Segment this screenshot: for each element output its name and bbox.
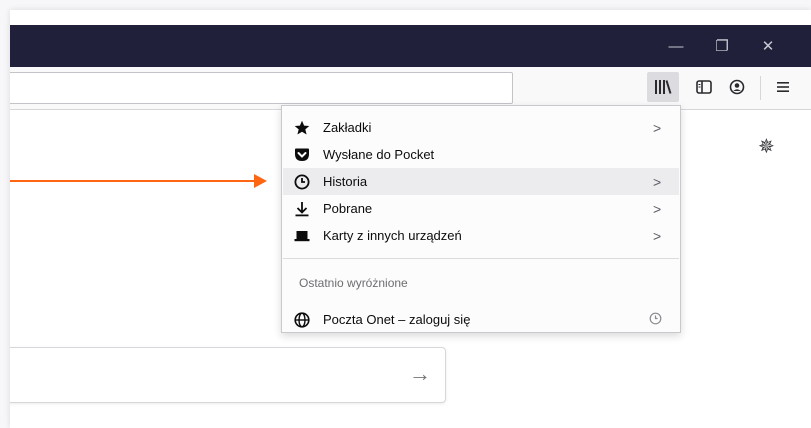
hamburger-menu-icon xyxy=(777,82,789,92)
star-icon xyxy=(293,119,311,137)
recent-item-label: Poczta Onet – zaloguj się xyxy=(323,312,471,327)
menu-item-label: Pobrane xyxy=(323,201,373,216)
url-bar[interactable] xyxy=(10,72,513,104)
menu-item-pocket[interactable]: Wysłane do Pocket xyxy=(283,141,679,168)
submenu-chevron-icon: > xyxy=(653,200,662,217)
account-button[interactable] xyxy=(721,72,753,102)
recent-item[interactable]: Poczta Onet – zaloguj się xyxy=(283,306,679,333)
library-menu-panel: Zakładki > Wysłane do Pocket Historia > xyxy=(281,105,681,333)
annotation-arrow-line xyxy=(10,180,258,182)
download-icon xyxy=(293,200,311,218)
globe-icon xyxy=(293,311,311,329)
history-clock-icon xyxy=(649,312,662,328)
toolbar-separator xyxy=(760,76,761,100)
menu-item-label: Historia xyxy=(323,174,368,189)
synced-tabs-icon xyxy=(293,227,311,245)
account-icon xyxy=(729,79,745,95)
browser-window: — ❐ ✕ ✵ → Zakładki > Wysłane do Pocket H… xyxy=(10,10,811,428)
annotation-arrow-head-icon xyxy=(254,174,267,188)
submenu-chevron-icon: > xyxy=(653,173,662,190)
menu-item-label: Wysłane do Pocket xyxy=(323,147,435,162)
open-menu-button[interactable] xyxy=(767,72,799,102)
menu-item-label: Karty z innych urządzeń xyxy=(323,228,462,243)
sidebar-button[interactable] xyxy=(688,72,720,102)
recent-highlights-header: Ostatnio wyróżnione xyxy=(299,276,408,290)
restore-button[interactable]: ❐ xyxy=(699,25,745,67)
menu-separator xyxy=(283,258,679,259)
search-go-arrow-icon[interactable]: → xyxy=(409,361,431,387)
menu-item-bookmarks[interactable]: Zakładki > xyxy=(283,114,679,141)
search-box[interactable]: → xyxy=(10,347,446,403)
title-bar: — ❐ ✕ xyxy=(10,25,811,67)
menu-item-history[interactable]: Historia > xyxy=(283,168,679,195)
library-icon xyxy=(655,80,672,94)
minimize-button[interactable]: — xyxy=(653,25,699,67)
menu-item-label: Zakładki xyxy=(323,120,372,135)
menu-item-downloads[interactable]: Pobrane > xyxy=(283,195,679,222)
close-button[interactable]: ✕ xyxy=(745,25,791,67)
clock-icon xyxy=(293,173,311,191)
menu-item-synced-tabs[interactable]: Karty z innych urządzeń > xyxy=(283,222,679,249)
settings-gear-icon[interactable]: ✵ xyxy=(758,134,775,159)
submenu-chevron-icon: > xyxy=(653,119,662,136)
pocket-icon xyxy=(293,146,311,164)
navigation-toolbar xyxy=(10,67,811,110)
submenu-chevron-icon: > xyxy=(653,227,662,244)
sidebar-icon xyxy=(696,80,712,94)
library-button[interactable] xyxy=(647,72,679,102)
